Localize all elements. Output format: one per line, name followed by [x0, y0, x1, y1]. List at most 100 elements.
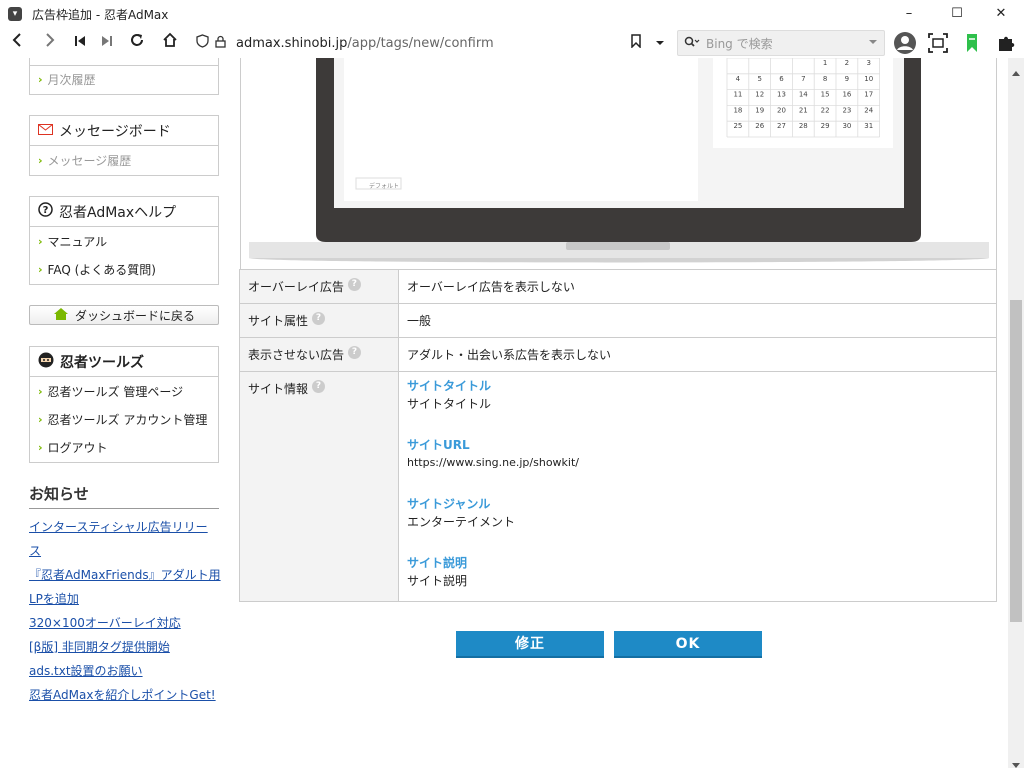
calendar-day: 3: [866, 59, 870, 67]
news-link[interactable]: [β版] 非同期タグ提供開始: [29, 638, 170, 655]
sidebar-item-monthly-history[interactable]: › 月次履歴: [30, 66, 218, 93]
sidebar-item-message-history[interactable]: › メッセージ履歴: [30, 146, 218, 174]
help-title: 忍者AdMaxヘルプ: [59, 204, 177, 221]
sidebar-item-label: 忍者ツールズ アカウント管理: [47, 412, 208, 427]
sidebar-item-logout[interactable]: › ログアウト: [30, 433, 218, 461]
site-info-value: サイトタイトル サイトタイトル サイトURL https://www.sing.…: [398, 371, 997, 602]
chevron-right-icon: ›: [38, 384, 43, 398]
help-question-icon[interactable]: ?: [312, 312, 326, 325]
calendar-day: 27: [777, 122, 786, 130]
chevron-down-icon[interactable]: [648, 31, 672, 55]
sidebar-item-label: メッセージ履歴: [47, 153, 132, 168]
scrollbar-thumb[interactable]: [1010, 300, 1022, 622]
calendar-day: 30: [842, 122, 851, 130]
sidebar-item-tools-admin[interactable]: › 忍者ツールズ 管理ページ: [30, 377, 218, 405]
close-button[interactable]: ✕: [978, 0, 1024, 28]
calendar-day: 10: [864, 75, 873, 83]
chevron-down-icon[interactable]: [868, 36, 878, 50]
site-url-value: https://www.sing.ne.jp/showkit/: [407, 456, 579, 469]
news-link[interactable]: LPを追加: [29, 590, 79, 607]
sidebar-tools-box: 忍者ツールズ › 忍者ツールズ 管理ページ › 忍者ツールズ アカウント管理 ›…: [29, 346, 219, 463]
sidebar-item-faq[interactable]: › FAQ (よくある質問): [30, 255, 218, 283]
edit-button[interactable]: 修正: [456, 631, 604, 658]
calendar-day: 16: [842, 91, 851, 99]
site-desc-key: サイト説明: [407, 556, 468, 570]
url-host: admax.shinobi.jp: [236, 35, 348, 51]
help-question-icon[interactable]: ?: [348, 346, 362, 359]
help-question-icon[interactable]: ?: [312, 380, 326, 393]
back-icon[interactable]: [5, 31, 29, 55]
skip-back-icon[interactable]: [68, 31, 92, 55]
bookmark-extension-icon[interactable]: [960, 31, 984, 55]
browser-logo-icon: ▾: [8, 7, 22, 21]
mail-icon: [38, 123, 53, 139]
calendar-day: 6: [779, 75, 784, 83]
calendar-day: 14: [799, 91, 808, 99]
row-value: アダルト・出会い系広告を表示しない: [398, 337, 997, 372]
news-link[interactable]: 320×100オーバーレイ対応: [29, 614, 181, 631]
message-board-title: メッセージボード: [59, 123, 171, 140]
url-bar[interactable]: admax.shinobi.jp/app/tags/new/confirm: [191, 30, 671, 56]
screenshot-icon[interactable]: [926, 31, 950, 55]
search-placeholder: Bing で検索: [706, 36, 773, 51]
maximize-button[interactable]: ☐: [934, 0, 980, 28]
forward-icon[interactable]: [38, 31, 62, 55]
calendar-day: 12: [755, 91, 764, 99]
reload-icon[interactable]: [125, 31, 149, 55]
row-label-text: 表示させない広告: [248, 348, 345, 362]
calendar-day: 7: [801, 75, 805, 83]
calendar-day: 13: [777, 91, 786, 99]
calendar-day: 1: [823, 59, 827, 67]
svg-text:?: ?: [43, 205, 49, 216]
news-link[interactable]: 忍者AdMaxを紹介しポイントGet!: [29, 686, 216, 703]
scroll-down-arrow-icon[interactable]: [1011, 755, 1021, 774]
row-label: サイト情報?: [239, 371, 399, 602]
calendar-day: 31: [864, 122, 873, 130]
help-question-icon[interactable]: ?: [347, 278, 361, 291]
calendar-day: 11: [733, 91, 742, 99]
row-value: 一般: [398, 303, 997, 338]
sidebar-item-label: FAQ (よくある質問): [47, 262, 156, 277]
url-path: /app/tags/new/confirm: [347, 35, 494, 51]
site-genre-key: サイトジャンル: [407, 497, 491, 511]
calendar-day: 17: [864, 91, 873, 99]
ad-preview-illustration: 1 2 3 4 5 6 7 8 9 10 11 12 13 14 15 16 17 18 19 20 21 22 23 24 2…: [240, 58, 997, 270]
home-icon[interactable]: [158, 31, 182, 55]
calendar-day: 22: [821, 106, 830, 114]
lock-icon: [215, 35, 226, 52]
site-url-key: サイトURL: [407, 438, 470, 452]
dashboard-button-label: ダッシュボードに戻る: [74, 308, 195, 323]
news-link[interactable]: ads.txt設置のお願い: [29, 662, 143, 679]
sidebar-item-label: 忍者ツールズ 管理ページ: [47, 384, 184, 399]
help-heading: ? 忍者AdMaxヘルプ: [30, 197, 218, 227]
sidebar-report-box: › 月次履歴: [29, 58, 219, 95]
help-question-icon: ?: [38, 202, 53, 221]
minimize-button[interactable]: –: [886, 0, 932, 28]
row-label-text: サイト情報: [248, 382, 309, 396]
sidebar-item-label: 月次履歴: [47, 73, 96, 87]
calendar-day: 29: [821, 122, 830, 130]
scroll-up-arrow-icon[interactable]: [1011, 62, 1021, 81]
sidebar-item-label: ログアウト: [47, 440, 108, 455]
sidebar-item-tools-account[interactable]: › 忍者ツールズ アカウント管理: [30, 405, 218, 433]
profile-icon[interactable]: [893, 31, 917, 55]
navigation-bar: admax.shinobi.jp/app/tags/new/confirm Bi…: [0, 28, 1024, 58]
calendar-day: 28: [799, 122, 808, 130]
news-link[interactable]: ス: [29, 542, 41, 559]
laptop-image: 1 2 34 5 6 7 8 9 1011 12 13 14 15 16 1718 19 20 21 22 23 242…: [249, 58, 989, 263]
chevron-right-icon: ›: [38, 412, 43, 426]
news-link[interactable]: インタースティシャル広告リリー: [29, 518, 208, 535]
search-icon: [684, 36, 700, 51]
bookmark-icon[interactable]: [624, 31, 648, 55]
extensions-icon[interactable]: [994, 31, 1018, 55]
skip-forward-icon[interactable]: [95, 31, 119, 55]
search-input[interactable]: Bing で検索: [677, 30, 885, 56]
news-link[interactable]: 『忍者AdMaxFriends』アダルト用: [29, 566, 221, 583]
calendar-day: 19: [755, 106, 764, 114]
sidebar-item-label: マニュアル: [47, 234, 108, 249]
ninja-logo-icon: [38, 352, 54, 372]
calendar-day: 23: [842, 106, 851, 114]
sidebar-item-manual[interactable]: › マニュアル: [30, 227, 218, 255]
dashboard-button[interactable]: ダッシュボードに戻る: [29, 305, 219, 325]
ok-button[interactable]: OK: [614, 631, 762, 658]
